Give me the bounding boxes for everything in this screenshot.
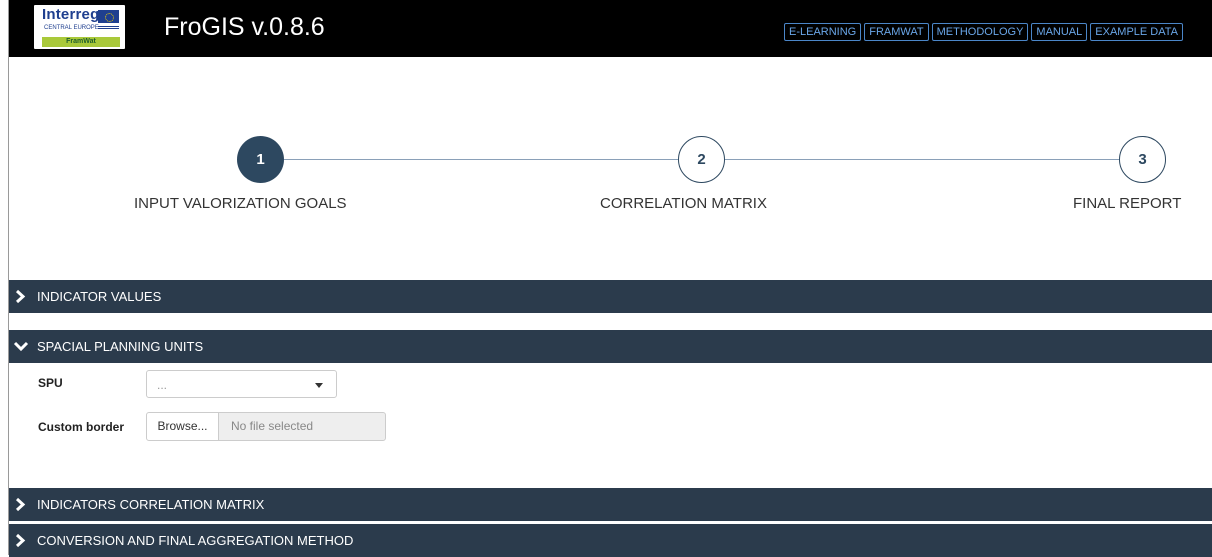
browse-button[interactable]: Browse... bbox=[146, 412, 219, 441]
logo-word: Interreg bbox=[42, 6, 100, 23]
nav-link-manual[interactable]: MANUAL bbox=[1031, 23, 1088, 41]
spu-select-value: ... bbox=[157, 378, 168, 392]
section-spatial-planning-units[interactable]: SPACIAL PLANNING UNITS bbox=[9, 330, 1212, 363]
step-3-circle[interactable]: 3 bbox=[1119, 136, 1166, 183]
spu-select[interactable]: ... bbox=[146, 370, 337, 398]
step-number: 2 bbox=[697, 151, 706, 168]
header-nav: E-LEARNING FRAMWAT METHODOLOGY MANUAL EX… bbox=[783, 23, 1183, 41]
logo-tag: FramWat bbox=[42, 37, 120, 47]
spu-label: SPU bbox=[38, 376, 63, 390]
step-2-circle[interactable]: 2 bbox=[678, 136, 725, 183]
stepper-connector bbox=[725, 159, 1119, 160]
step-number: 1 bbox=[256, 151, 265, 168]
section-correlation-matrix[interactable]: INDICATORS CORRELATION MATRIX bbox=[9, 488, 1212, 521]
logo-stripes bbox=[98, 26, 119, 30]
interreg-logo[interactable]: Interreg CENTRAL EUROPE FramWat bbox=[34, 5, 125, 49]
section-title: INDICATOR VALUES bbox=[37, 289, 162, 304]
custom-border-label: Custom border bbox=[38, 420, 125, 434]
top-bar: Interreg CENTRAL EUROPE FramWat FroGIS v… bbox=[9, 0, 1212, 57]
step-1-circle[interactable]: 1 bbox=[237, 136, 284, 183]
nav-link-e-learning[interactable]: E-LEARNING bbox=[783, 23, 862, 41]
window-border bbox=[8, 0, 9, 555]
nav-link-example-data[interactable]: EXAMPLE DATA bbox=[1090, 23, 1183, 41]
chevron-right-icon bbox=[15, 533, 26, 548]
app-title: FroGIS v.0.8.6 bbox=[164, 13, 325, 41]
section-title: CONVERSION AND FINAL AGGREGATION METHOD bbox=[37, 533, 354, 548]
section-conversion-aggregation[interactable]: CONVERSION AND FINAL AGGREGATION METHOD bbox=[9, 524, 1212, 557]
nav-link-framwat[interactable]: FRAMWAT bbox=[864, 23, 929, 41]
stepper-connector bbox=[284, 159, 678, 160]
section-title: SPACIAL PLANNING UNITS bbox=[37, 339, 204, 354]
step-number: 3 bbox=[1138, 151, 1147, 168]
chevron-down-icon bbox=[13, 341, 29, 352]
logo-subtitle: CENTRAL EUROPE bbox=[44, 25, 99, 31]
step-1-label: INPUT VALORIZATION GOALS bbox=[134, 195, 347, 212]
step-2-label: CORRELATION MATRIX bbox=[600, 195, 767, 212]
eu-flag-icon bbox=[98, 10, 119, 23]
file-status-field[interactable]: No file selected bbox=[218, 412, 386, 441]
section-title: INDICATORS CORRELATION MATRIX bbox=[37, 497, 265, 512]
nav-link-methodology[interactable]: METHODOLOGY bbox=[931, 23, 1029, 41]
chevron-right-icon bbox=[15, 497, 26, 512]
caret-down-icon bbox=[315, 383, 323, 388]
step-3-label: FINAL REPORT bbox=[1073, 195, 1182, 212]
chevron-right-icon bbox=[15, 289, 26, 304]
section-indicator-values[interactable]: INDICATOR VALUES bbox=[9, 280, 1212, 313]
